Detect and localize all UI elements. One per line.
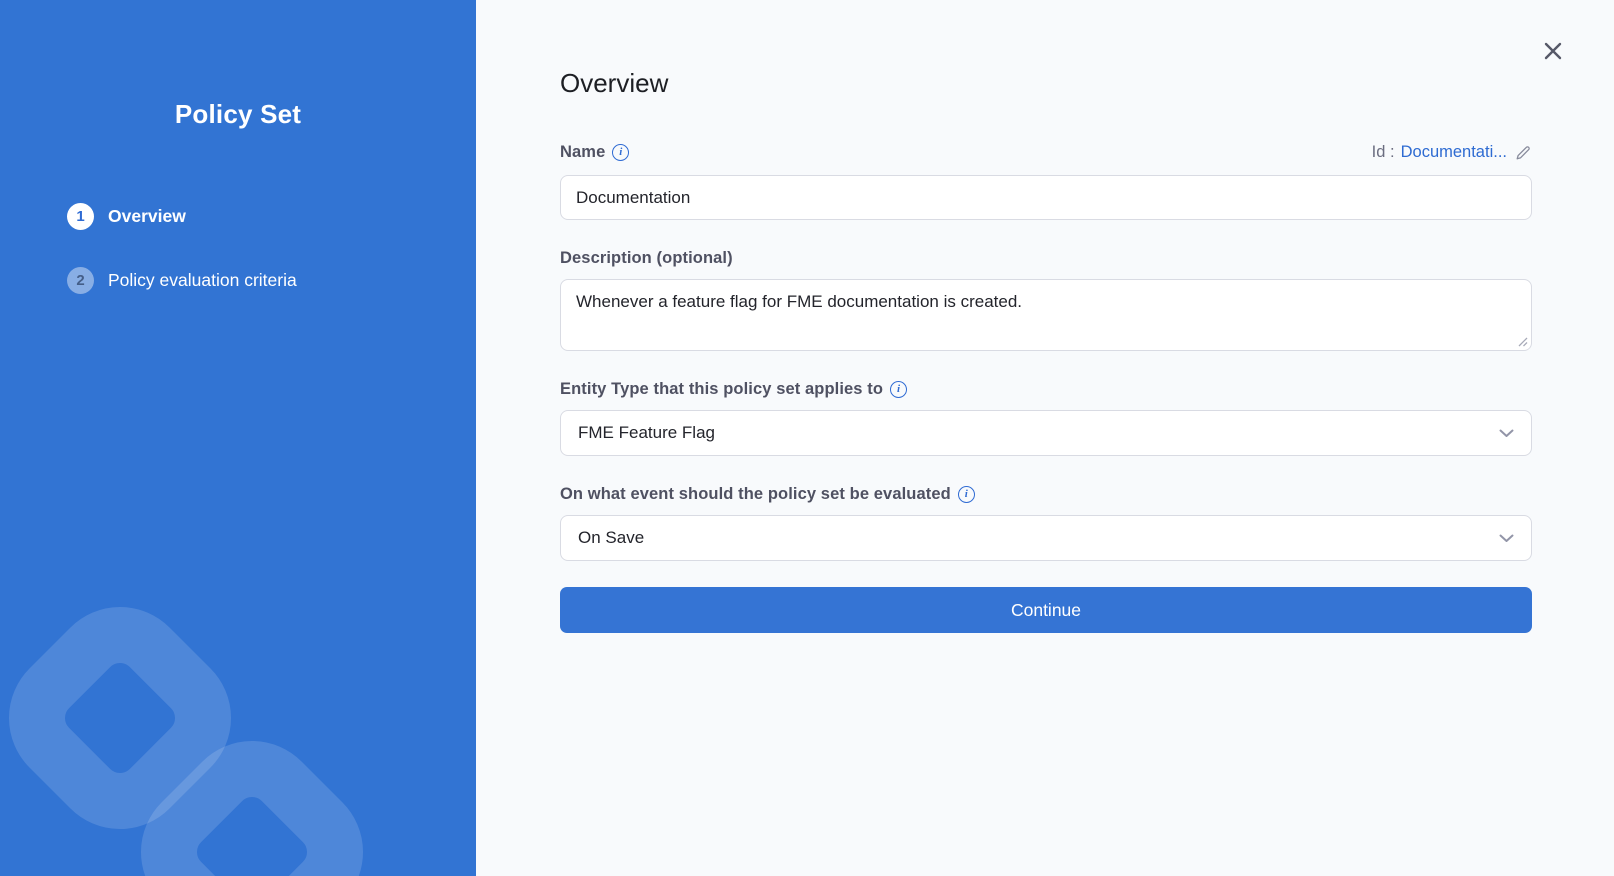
chain-link-logo-watermark-icon <box>0 0 476 876</box>
name-label: Name i <box>560 143 629 162</box>
entity-id-row: Id : Documentati... <box>1372 143 1532 162</box>
description-section: Description (optional) Whenever a featur… <box>560 249 1532 351</box>
entity-type-select[interactable]: FME Feature Flag <box>560 410 1532 456</box>
name-input[interactable] <box>560 175 1532 220</box>
name-info-icon[interactable]: i <box>612 144 629 161</box>
overview-form-panel: Overview Name i Id : Documentati... Desc… <box>476 0 1614 876</box>
step-1-label: Overview <box>108 206 186 227</box>
name-label-row: Name i Id : Documentati... <box>560 143 1532 162</box>
step-overview[interactable]: 1 Overview <box>0 203 476 230</box>
description-textarea[interactable]: Whenever a feature flag for FME document… <box>560 279 1532 351</box>
step-policy-evaluation-criteria[interactable]: 2 Policy evaluation criteria <box>0 267 476 294</box>
event-label: On what event should the policy set be e… <box>560 485 975 504</box>
entity-type-value: FME Feature Flag <box>578 423 715 443</box>
description-label: Description (optional) <box>560 249 733 268</box>
entity-type-label: Entity Type that this policy set applies… <box>560 380 907 399</box>
page-title: Overview <box>560 68 1532 99</box>
step-1-badge: 1 <box>67 203 94 230</box>
chevron-down-icon <box>1499 429 1514 438</box>
entity-id-link[interactable]: Documentati... <box>1401 143 1507 162</box>
edit-id-button[interactable] <box>1515 144 1532 161</box>
event-info-icon[interactable]: i <box>958 486 975 503</box>
chevron-down-icon <box>1499 534 1514 543</box>
pencil-icon <box>1515 144 1532 161</box>
close-button[interactable] <box>1540 38 1566 64</box>
entity-type-info-icon[interactable]: i <box>890 381 907 398</box>
continue-button[interactable]: Continue <box>560 587 1532 633</box>
event-value: On Save <box>578 528 644 548</box>
close-icon <box>1543 41 1563 61</box>
step-2-badge: 2 <box>67 267 94 294</box>
description-textarea-wrap: Whenever a feature flag for FME document… <box>560 279 1532 351</box>
wizard-sidebar: Policy Set 1 Overview 2 Policy evaluatio… <box>0 0 476 876</box>
event-section: On what event should the policy set be e… <box>560 485 1532 561</box>
wizard-title: Policy Set <box>0 99 476 130</box>
event-select[interactable]: On Save <box>560 515 1532 561</box>
step-2-label: Policy evaluation criteria <box>108 270 297 291</box>
entity-type-section: Entity Type that this policy set applies… <box>560 380 1532 456</box>
wizard-steps: 1 Overview 2 Policy evaluation criteria <box>0 203 476 294</box>
id-prefix: Id : <box>1372 143 1395 162</box>
